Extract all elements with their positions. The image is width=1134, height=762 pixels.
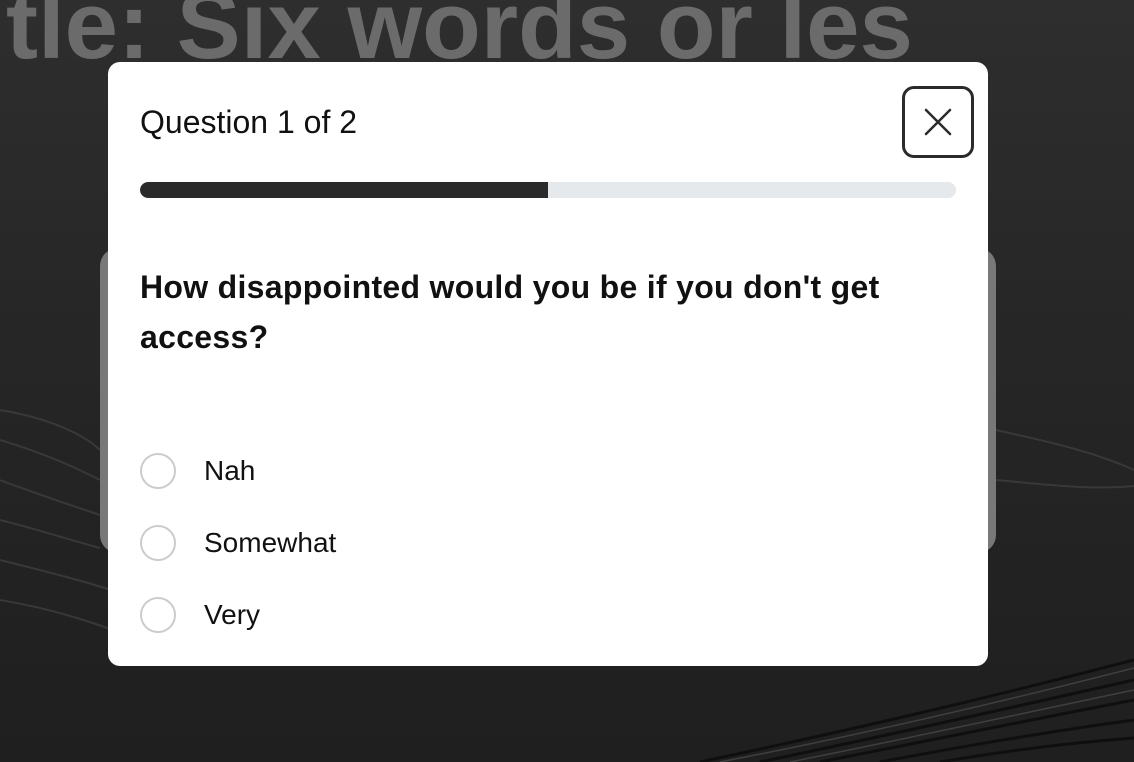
option-somewhat[interactable]: Somewhat	[140, 522, 336, 564]
survey-modal: Question 1 of 2 How disappointed would y…	[108, 62, 988, 666]
option-very[interactable]: Very	[140, 594, 260, 636]
progress-bar-fill	[140, 182, 548, 198]
radio-button[interactable]	[140, 525, 176, 561]
close-button[interactable]	[902, 86, 974, 158]
radio-button[interactable]	[140, 453, 176, 489]
progress-bar	[140, 182, 956, 198]
close-icon	[924, 108, 952, 136]
option-label: Nah	[204, 455, 256, 486]
option-label: Very	[204, 599, 261, 630]
option-nah[interactable]: Nah	[140, 450, 255, 492]
option-label: Somewhat	[204, 527, 337, 558]
radio-button[interactable]	[140, 597, 176, 633]
question-text: How disappointed would you be if you don…	[140, 269, 880, 355]
question-counter: Question 1 of 2	[140, 104, 358, 140]
